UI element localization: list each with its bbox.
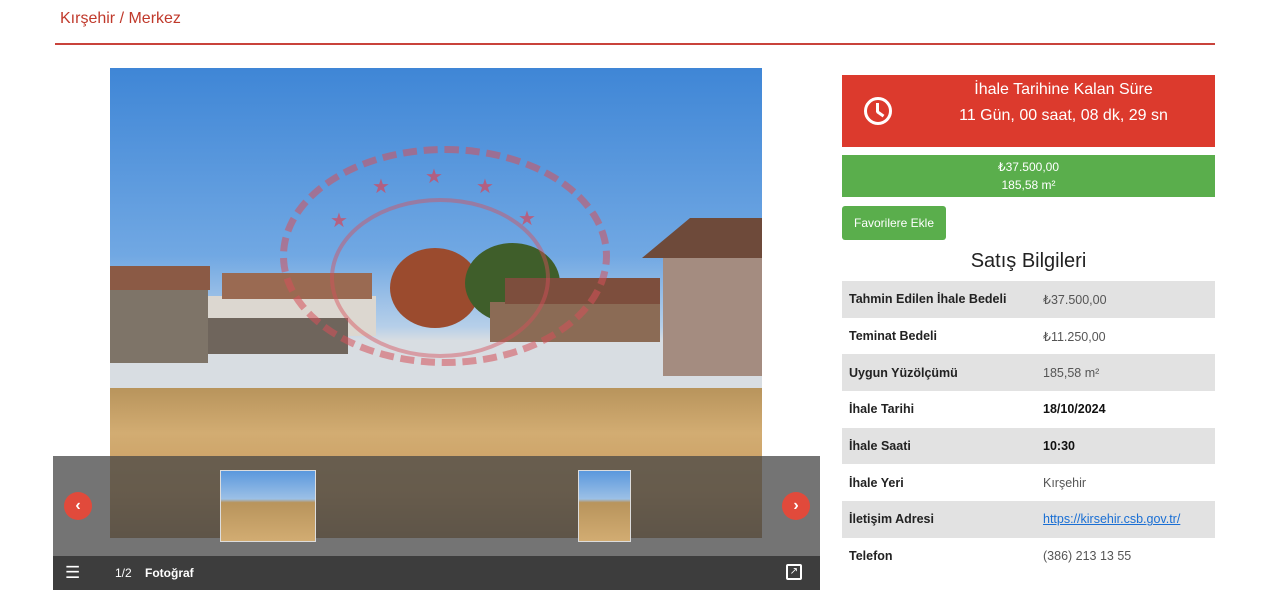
table-row: İhale Yeri Kırşehir xyxy=(842,464,1215,501)
table-row: Uygun Yüzölçümü 185,58 m² xyxy=(842,354,1215,392)
table-row: Teminat Bedeli ₺11.250,00 xyxy=(842,318,1215,355)
header-divider xyxy=(55,43,1215,45)
table-row: İhale Tarihi 18/10/2024 xyxy=(842,391,1215,428)
info-value-link-cell: https://kirsehir.csb.gov.tr/ xyxy=(1036,501,1215,538)
info-key: İhale Tarihi xyxy=(849,402,915,417)
photo-counter: 1/2 xyxy=(115,566,132,580)
roof xyxy=(110,266,210,290)
thumbnail-1[interactable] xyxy=(220,470,316,542)
gallery-toolbar: ☰ 1/2 Fotoğraf ↗ xyxy=(53,556,820,590)
star-icon: ★ xyxy=(330,210,348,232)
star-icon: ★ xyxy=(372,176,390,198)
sale-info-table: Tahmin Edilen İhale Bedeli ₺37.500,00 Te… xyxy=(842,281,1215,575)
info-value: (386) 213 13 55 xyxy=(1043,549,1132,564)
countdown-value: 11 Gün, 00 saat, 08 dk, 29 sn xyxy=(959,107,1168,124)
watermark-seal-inner xyxy=(330,198,550,358)
info-key: Tahmin Edilen İhale Bedeli xyxy=(842,281,1036,318)
price-amount: ₺37.500,00 xyxy=(997,160,1060,174)
thumbnail-2[interactable] xyxy=(578,470,631,542)
price-area: 185,58 m² xyxy=(1001,178,1056,192)
info-key: Telefon xyxy=(849,549,893,564)
section-title: Satış Bilgileri xyxy=(970,250,1087,272)
star-icon: ★ xyxy=(425,166,443,188)
add-favorite-button[interactable]: Favorilere Ekle xyxy=(842,206,946,240)
clock-icon xyxy=(864,97,892,125)
table-row: Telefon (386) 213 13 55 xyxy=(842,538,1215,575)
info-value: ₺37.500,00 xyxy=(1036,281,1215,318)
info-key: İhale Yeri xyxy=(849,475,904,490)
house xyxy=(110,288,208,363)
price-box: ₺37.500,00 185,58 m² xyxy=(842,155,1215,197)
info-value: Kırşehir xyxy=(1043,475,1087,490)
info-value: 18/10/2024 xyxy=(1043,402,1106,417)
table-row: İhale Saati 10:30 xyxy=(842,427,1215,465)
info-key: Teminat Bedeli xyxy=(849,329,937,344)
chevron-left-icon[interactable]: ‹ xyxy=(64,492,92,520)
table-row: Tahmin Edilen İhale Bedeli ₺37.500,00 xyxy=(842,281,1215,318)
table-row: İletişim Adresi https://kirsehir.csb.gov… xyxy=(842,501,1215,538)
info-value: 185,58 m² xyxy=(1036,354,1215,392)
star-icon: ★ xyxy=(476,176,494,198)
info-value: ₺11.250,00 xyxy=(1043,329,1106,344)
hamburger-icon[interactable]: ☰ xyxy=(65,563,80,583)
breadcrumb[interactable]: Kırşehir / Merkez xyxy=(60,10,181,28)
countdown-title: İhale Tarihine Kalan Süre xyxy=(974,81,1153,98)
info-value: 10:30 xyxy=(1036,427,1215,465)
info-key: Uygun Yüzölçümü xyxy=(842,354,1036,392)
chevron-right-icon[interactable]: › xyxy=(782,492,810,520)
countdown-box: İhale Tarihine Kalan Süre 11 Gün, 00 saa… xyxy=(842,75,1215,147)
roof xyxy=(642,218,762,258)
photo-label: Fotoğraf xyxy=(145,566,194,580)
expand-icon[interactable]: ↗ xyxy=(786,564,802,580)
contact-link[interactable]: https://kirsehir.csb.gov.tr/ xyxy=(1043,512,1180,526)
info-key: İletişim Adresi xyxy=(842,501,1036,538)
house xyxy=(663,254,762,376)
thumbnail-strip: ‹ › xyxy=(53,456,820,556)
star-icon: ★ xyxy=(518,208,536,230)
info-key: İhale Saati xyxy=(842,427,1036,465)
